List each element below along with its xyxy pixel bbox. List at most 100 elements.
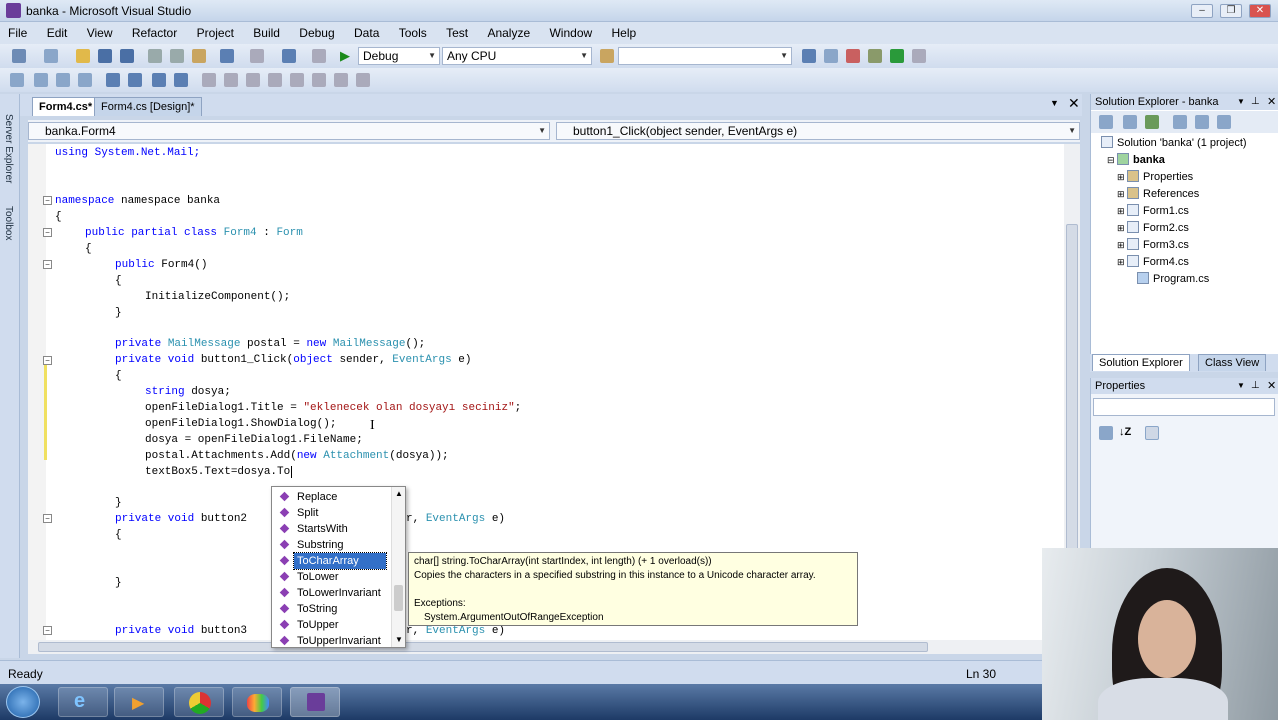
menu-analyze[interactable]: Analyze xyxy=(479,22,538,44)
complete-word-icon[interactable] xyxy=(78,73,92,87)
collapse-namespace-icon[interactable]: − xyxy=(43,196,52,205)
start-debugging-icon[interactable]: ▶ xyxy=(340,49,354,63)
close-panel-icon[interactable]: ✕ xyxy=(1267,94,1276,110)
pin-icon[interactable]: ⊥ xyxy=(1251,94,1260,110)
tree-item[interactable]: ⊞ Form1.cs xyxy=(1117,204,1189,219)
completion-item[interactable]: ToLowerInvariant xyxy=(272,585,390,601)
add-item-icon[interactable] xyxy=(44,49,58,63)
increase-indent-icon[interactable] xyxy=(128,73,142,87)
save-icon[interactable] xyxy=(98,49,112,63)
active-files-icon[interactable]: ▼ xyxy=(1050,98,1059,108)
tree-item[interactable]: ⊞ References xyxy=(1117,187,1199,202)
open-file-icon[interactable] xyxy=(76,49,90,63)
next-folder-icon[interactable] xyxy=(312,73,326,87)
menu-refactor[interactable]: Refactor xyxy=(124,22,185,44)
find-icon[interactable] xyxy=(600,49,614,63)
class-combo[interactable]: banka.Form4 ▼ xyxy=(28,122,550,140)
quick-info-icon[interactable] xyxy=(56,73,70,87)
menu-edit[interactable]: Edit xyxy=(39,22,76,44)
previous-bookmark-icon[interactable] xyxy=(224,73,238,87)
categorized-icon[interactable] xyxy=(1099,426,1113,440)
decrease-indent-icon[interactable] xyxy=(106,73,120,87)
completion-item[interactable]: ToLower xyxy=(272,569,390,585)
property-pages-icon[interactable] xyxy=(1145,426,1159,440)
close-tab-icon[interactable]: ✕ xyxy=(1068,95,1080,112)
collapse-button1-icon[interactable]: − xyxy=(43,356,52,365)
expand-icon[interactable]: ⊞ xyxy=(1117,189,1127,199)
start-button[interactable] xyxy=(6,686,40,718)
menu-help[interactable]: Help xyxy=(604,22,645,44)
expand-icon[interactable]: ⊞ xyxy=(1117,240,1127,250)
tab-class-view[interactable]: Class View xyxy=(1198,354,1267,371)
scroll-down-icon[interactable]: ▼ xyxy=(395,635,403,644)
expand-icon[interactable]: ⊞ xyxy=(1117,257,1127,267)
find-combo[interactable]: ▼ xyxy=(618,47,792,65)
scroll-thumb[interactable] xyxy=(38,642,928,652)
collapse-constructor-icon[interactable]: − xyxy=(43,260,52,269)
completion-item[interactable]: ToUpperInvariant xyxy=(272,633,390,647)
object-browser-icon[interactable] xyxy=(890,49,904,63)
toolbox-icon[interactable] xyxy=(868,49,882,63)
tree-item[interactable]: ⊞ Properties xyxy=(1117,170,1193,185)
tree-item[interactable]: Program.cs xyxy=(1137,272,1209,287)
visual-studio-taskbar-icon[interactable] xyxy=(290,687,340,717)
view-code-icon[interactable] xyxy=(1173,115,1187,129)
next-doc-icon[interactable] xyxy=(356,73,370,87)
navigate-forward-icon[interactable] xyxy=(312,49,326,63)
menu-build[interactable]: Build xyxy=(245,22,288,44)
copy-icon[interactable] xyxy=(170,49,184,63)
collapse-button2-icon[interactable]: − xyxy=(43,514,52,523)
collapse-button3-icon[interactable]: − xyxy=(43,626,52,635)
completion-item[interactable]: StartsWith xyxy=(272,521,390,537)
menu-tools[interactable]: Tools xyxy=(391,22,435,44)
tree-solution[interactable]: Solution 'banka' (1 project) xyxy=(1101,136,1247,151)
view-designer-icon[interactable] xyxy=(1195,115,1209,129)
paste-icon[interactable] xyxy=(192,49,206,63)
uncomment-icon[interactable] xyxy=(174,73,188,87)
close-panel-icon[interactable]: ✕ xyxy=(1267,378,1276,394)
expand-icon[interactable]: ⊞ xyxy=(1117,206,1127,216)
completion-item[interactable]: ToUpper xyxy=(272,617,390,633)
save-all-icon[interactable] xyxy=(120,49,134,63)
undo-icon[interactable] xyxy=(220,49,234,63)
alphabetical-icon[interactable]: ↓Z xyxy=(1119,426,1131,438)
bookmark-icon[interactable] xyxy=(202,73,216,87)
completion-item[interactable]: Substring xyxy=(272,537,390,553)
redo-icon[interactable] xyxy=(250,49,264,63)
completion-item-selected[interactable]: ToCharArray xyxy=(293,552,387,570)
scroll-up-icon[interactable]: ▲ xyxy=(395,489,403,498)
paint-icon[interactable] xyxy=(232,687,282,717)
platform-combo[interactable]: Any CPU ▼ xyxy=(442,47,592,65)
member-combo[interactable]: button1_Click(object sender, EventArgs e… xyxy=(556,122,1080,140)
menu-window[interactable]: Window xyxy=(541,22,600,44)
completion-item[interactable]: Split xyxy=(272,505,390,521)
tree-project[interactable]: ⊟ banka xyxy=(1107,153,1165,168)
menu-test[interactable]: Test xyxy=(438,22,476,44)
server-explorer-tab[interactable]: Server Explorer xyxy=(3,114,14,183)
navigate-back-icon[interactable] xyxy=(282,49,296,63)
collapse-icon[interactable]: ⊟ xyxy=(1107,155,1117,165)
internet-explorer-icon[interactable]: e xyxy=(58,687,108,717)
chrome-icon[interactable] xyxy=(174,687,224,717)
editor-horizontal-scrollbar[interactable] xyxy=(28,640,1080,654)
properties-icon[interactable] xyxy=(846,49,860,63)
previous-doc-icon[interactable] xyxy=(334,73,348,87)
start-page-icon[interactable] xyxy=(912,49,926,63)
collapse-class-icon[interactable]: − xyxy=(43,228,52,237)
cut-icon[interactable] xyxy=(148,49,162,63)
solution-explorer-icon[interactable] xyxy=(824,49,838,63)
minimize-button[interactable]: – xyxy=(1191,4,1213,18)
tab-form4-design[interactable]: Form4.cs [Design]* xyxy=(94,97,202,116)
window-position-icon[interactable]: ▼ xyxy=(1237,94,1245,110)
clear-bookmarks-icon[interactable] xyxy=(268,73,282,87)
expand-icon[interactable]: ⊞ xyxy=(1117,172,1127,182)
scroll-thumb[interactable] xyxy=(1066,224,1078,554)
tab-form4-cs[interactable]: Form4.cs* xyxy=(32,97,100,116)
menu-debug[interactable]: Debug xyxy=(291,22,342,44)
parameter-info-icon[interactable] xyxy=(34,73,48,87)
previous-folder-icon[interactable] xyxy=(290,73,304,87)
view-class-diagram-icon[interactable] xyxy=(1217,115,1231,129)
completion-item[interactable]: Replace xyxy=(272,489,390,505)
media-player-icon[interactable]: ▶ xyxy=(114,687,164,717)
show-all-files-icon[interactable] xyxy=(1123,115,1137,129)
